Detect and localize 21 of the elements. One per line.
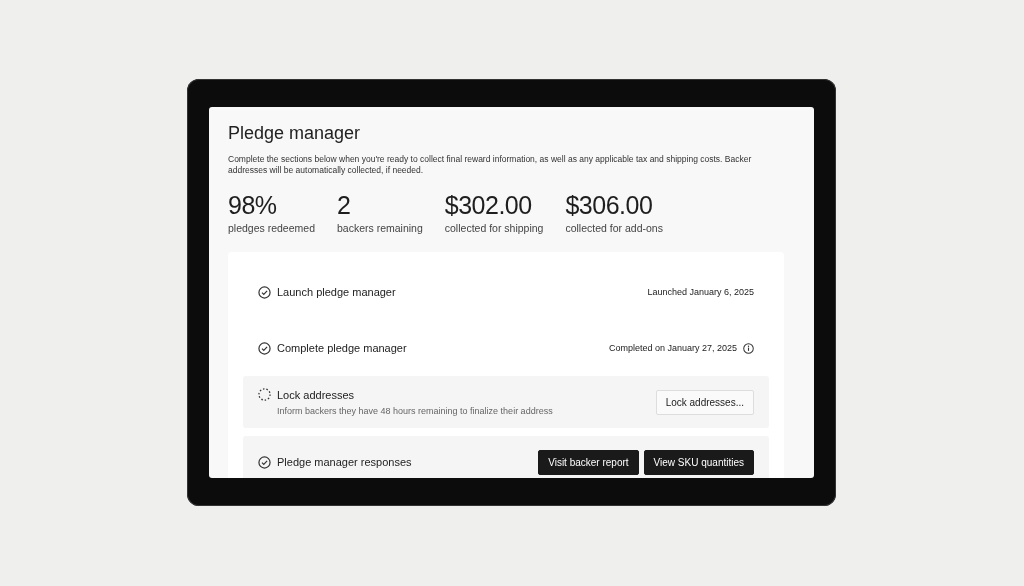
info-icon[interactable] bbox=[743, 342, 754, 354]
step-title: Lock addresses bbox=[277, 388, 355, 401]
action-button[interactable]: Lock addresses... bbox=[655, 389, 754, 415]
stat-label: backers remaining bbox=[337, 222, 423, 235]
stat-value: $302.00 bbox=[444, 191, 533, 221]
action-button[interactable]: View SKU quantities bbox=[643, 449, 754, 475]
step-title: Launch pledge manager bbox=[277, 286, 396, 299]
page-description: Complete the sections below when you're ready to collect final reward information, as well as any applicable tax and shipping costs. Backer addresses will be automatically collected, if needed. bbox=[228, 154, 753, 176]
stat-value: 98% bbox=[228, 191, 278, 221]
step-description: Inform backers they have 48 hours remaining to finalize their address bbox=[277, 406, 553, 417]
stat-value: $306.00 bbox=[565, 191, 654, 221]
stat-value: 2 bbox=[337, 191, 352, 221]
step-title: Complete pledge manager bbox=[277, 342, 407, 355]
action-button[interactable]: Visit backer report bbox=[538, 449, 639, 475]
step-title: Pledge manager responses bbox=[277, 456, 412, 469]
stat-label: collected for add-ons bbox=[565, 222, 663, 235]
stat-label: pledges redeemed bbox=[228, 222, 315, 235]
step-status: Completed on January 27, 2025 bbox=[608, 343, 737, 354]
stat-label: collected for shipping bbox=[444, 222, 544, 235]
page-title: Pledge manager bbox=[228, 123, 362, 144]
step-status: Launched January 6, 2025 bbox=[647, 287, 754, 298]
